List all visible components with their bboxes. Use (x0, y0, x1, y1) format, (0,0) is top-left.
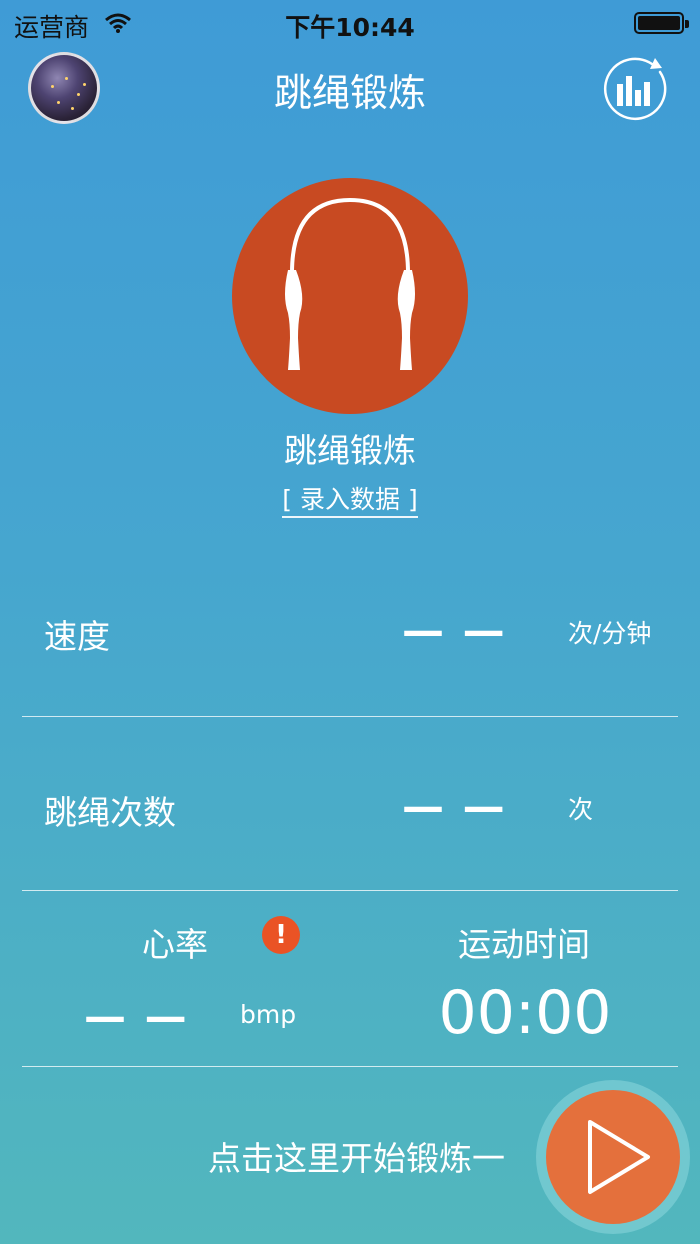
divider (22, 890, 678, 891)
battery-icon (634, 12, 689, 34)
page-title: 跳绳锻炼 (273, 71, 426, 115)
bar-chart-icon[interactable] (600, 54, 670, 124)
start-hint[interactable]: 点击这里开始锻炼一 (208, 1132, 505, 1180)
record-data-link[interactable]: [ 录入数据 ] (0, 480, 700, 518)
status-time: 下午10:44 (285, 13, 415, 42)
exercise-time-value: 00:00 (438, 978, 612, 1048)
jump-count-unit: 次 (568, 795, 594, 824)
status-bar: 运营商 下午10:44 (0, 0, 700, 48)
jump-count-value: — — (402, 782, 507, 831)
heart-rate-unit: bmp (240, 1000, 297, 1029)
jump-count-label: 跳绳次数 (44, 793, 176, 832)
divider (22, 716, 678, 717)
record-data-label[interactable]: [ 录入数据 ] (282, 485, 418, 518)
exclamation-icon[interactable]: ! (262, 916, 300, 954)
play-icon (588, 1120, 650, 1194)
jump-rope-icon[interactable] (232, 178, 468, 414)
exercise-name: 跳绳锻炼 (284, 431, 416, 470)
heart-rate-label: 心率 (142, 925, 208, 964)
speed-value: — — (402, 606, 507, 655)
play-button[interactable] (546, 1090, 680, 1224)
speed-unit: 次/分钟 (568, 619, 652, 648)
divider (22, 1066, 678, 1067)
exercise-time-label: 运动时间 (458, 925, 590, 964)
speed-label: 速度 (44, 617, 110, 656)
heart-rate-value: — — (84, 992, 189, 1041)
